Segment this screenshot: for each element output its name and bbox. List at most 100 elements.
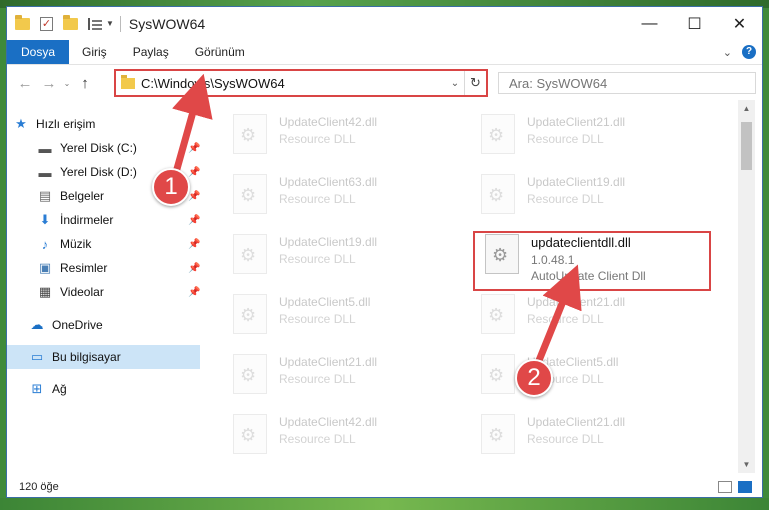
pictures-icon: ▣ [38, 260, 52, 275]
computer-icon: ▭ [30, 349, 44, 364]
file-name: UpdateClient42.dll [279, 115, 378, 129]
sidebar-item-label: Ağ [52, 382, 67, 396]
file-item[interactable]: UpdateClient5.dllResource DLL [471, 348, 711, 400]
tab-giris[interactable]: Giriş [69, 40, 120, 64]
explorer-window: ✓ ▼ SysWOW64 — ☐ ✕ Dosya Giriş Paylaş Gö… [6, 6, 763, 498]
file-item[interactable]: UpdateClient63.dll Resource DLL [223, 168, 463, 220]
file-item[interactable]: UpdateClient19.dll Resource DLL [471, 168, 711, 220]
tiles-view-icon[interactable] [738, 480, 752, 493]
sidebar-item-yerel-disk-c[interactable]: ▬ Yerel Disk (C:) 📌 [7, 136, 201, 160]
star-icon: ★ [15, 116, 27, 131]
address-bar[interactable]: C:\Windows\SysWOW64 ⌄ ↻ [114, 69, 488, 97]
recent-locations-icon[interactable]: ⌄ [61, 79, 73, 88]
pin-icon[interactable]: 📌 [188, 239, 200, 250]
tab-gorunum[interactable]: Görünüm [182, 40, 258, 64]
address-folder-icon [121, 74, 135, 89]
cloud-icon: ☁ [30, 317, 44, 332]
pin-icon[interactable]: 📌 [188, 167, 200, 178]
sidebar-item-label: Belgeler [60, 189, 105, 203]
file-name: UpdateClient19.dll [279, 235, 378, 249]
pin-icon[interactable]: 📌 [188, 191, 200, 202]
dll-file-icon [233, 174, 267, 214]
file-name: UpdateClient63.dll [279, 175, 378, 189]
file-item[interactable]: UpdateClient5.dllResource DLL [223, 288, 463, 340]
quick-access-dropdown-icon[interactable]: ▼ [106, 19, 114, 28]
sidebar-item-resimler[interactable]: ▣ Resimler 📌 [7, 256, 201, 280]
dll-file-icon [481, 354, 515, 394]
window-title: SysWOW64 [128, 15, 206, 32]
file-item[interactable]: UpdateClient21.dll Resource DLL [471, 108, 711, 160]
file-item[interactable]: UpdateClient21.dll Resource DLL [471, 408, 711, 460]
navigation-bar: ← → ⌄ ↑ C:\Windows\SysWOW64 ⌄ ↻ [7, 66, 762, 100]
search-input[interactable] [509, 75, 755, 91]
ribbon-expand-icon[interactable]: ⌄ [723, 46, 732, 59]
network-icon: ⊞ [31, 381, 43, 396]
file-item[interactable]: UpdateClient42.dll Resource DLL [223, 408, 463, 460]
pin-icon[interactable]: 📌 [188, 215, 200, 226]
minimize-button[interactable]: — [627, 7, 672, 40]
file-name: UpdateClient19.dll [527, 175, 626, 189]
status-bar: 120 öğe [7, 474, 762, 497]
up-button[interactable]: ↑ [73, 75, 97, 92]
file-type: Resource DLL [527, 432, 604, 446]
sidebar-item-onedrive[interactable]: ☁ OneDrive [7, 313, 200, 337]
new-folder-icon[interactable] [63, 14, 78, 30]
tab-paylas[interactable]: Paylaş [120, 40, 182, 64]
navigation-pane: ★ Hızlı erişim ▬ Yerel Disk (C:) 📌 ▬ Yer… [7, 100, 202, 473]
scroll-down-icon[interactable]: ▼ [738, 456, 755, 473]
file-item[interactable]: UpdateClient21.dll Resource DLL [471, 288, 711, 340]
file-item[interactable]: UpdateClient19.dll Resource DLL [223, 228, 463, 280]
sidebar-item-videolar[interactable]: ▦ Videolar 📌 [7, 280, 201, 304]
scroll-up-icon[interactable]: ▲ [738, 100, 755, 117]
refresh-icon[interactable]: ↻ [464, 71, 486, 95]
maximize-button[interactable]: ☐ [672, 7, 717, 40]
sidebar-item-muzik[interactable]: ♪ Müzik 📌 [7, 232, 201, 256]
properties-check-icon[interactable]: ✓ [40, 16, 53, 31]
file-type: Resource DLL [279, 372, 356, 386]
address-dropdown-icon[interactable]: ⌄ [446, 78, 464, 89]
file-name: UpdateClient5.dll [279, 295, 371, 309]
file-list: UpdateClient42.dll Resource DLL UpdateCli… [203, 100, 738, 473]
sidebar-item-hizli-erisim[interactable]: ★ Hızlı erişim [7, 112, 200, 136]
drive-icon: ▬ [38, 164, 52, 180]
details-view-icon[interactable] [718, 480, 732, 493]
video-icon: ▦ [38, 284, 52, 299]
dll-file-icon [233, 114, 267, 154]
quick-access-properties-icon[interactable] [88, 17, 102, 30]
folder-icon[interactable] [15, 14, 30, 30]
sidebar-item-label: Yerel Disk (D:) [60, 165, 137, 179]
sidebar-item-label: İndirmeler [60, 213, 114, 227]
sidebar-item-indirmeler[interactable]: ⬇ İndirmeler 📌 [7, 208, 201, 232]
file-name: UpdateClient21.dll [527, 115, 626, 129]
back-button[interactable]: ← [13, 75, 37, 92]
download-icon: ⬇ [39, 212, 51, 227]
vertical-scrollbar[interactable]: ▲ ▼ [738, 100, 755, 473]
search-box[interactable] [498, 72, 756, 94]
forward-button[interactable]: → [37, 75, 61, 92]
highlighted-file-item[interactable]: updateclientdll.dll 1.0.48.1 AutoUpdate … [475, 228, 715, 283]
ribbon-tabs: Dosya Giriş Paylaş Görünüm ⌄ ? [7, 40, 762, 65]
address-path[interactable]: C:\Windows\SysWOW64 [141, 76, 446, 91]
sidebar-item-label: OneDrive [52, 318, 103, 332]
sidebar-item-bu-bilgisayar[interactable]: ▭ Bu bilgisayar [7, 345, 200, 369]
pin-icon[interactable]: 📌 [188, 263, 200, 274]
file-type: Resource DLL [279, 252, 356, 266]
pin-icon[interactable]: 📌 [188, 287, 200, 298]
title-separator [119, 15, 121, 32]
desktop-background-bottom [0, 498, 769, 510]
pin-icon[interactable]: 📌 [188, 143, 200, 154]
sidebar-item-label: Müzik [60, 237, 92, 251]
close-button[interactable]: ✕ [717, 7, 762, 40]
file-item[interactable]: UpdateClient42.dll Resource DLL [223, 108, 463, 160]
tab-dosya[interactable]: Dosya [7, 40, 70, 64]
sidebar-item-ag[interactable]: ⊞ Ağ [7, 377, 200, 401]
help-icon[interactable]: ? [742, 45, 756, 59]
dll-file-icon [481, 294, 515, 334]
file-type: Resource DLL [279, 132, 356, 146]
file-description: AutoUpdate Client Dll [531, 269, 646, 283]
scroll-thumb[interactable] [741, 122, 752, 170]
drive-icon: ▬ [38, 140, 52, 156]
file-item[interactable]: UpdateClient21.dll Resource DLL [223, 348, 463, 400]
view-buttons [712, 480, 762, 493]
sidebar-item-label: Videolar [60, 285, 104, 299]
